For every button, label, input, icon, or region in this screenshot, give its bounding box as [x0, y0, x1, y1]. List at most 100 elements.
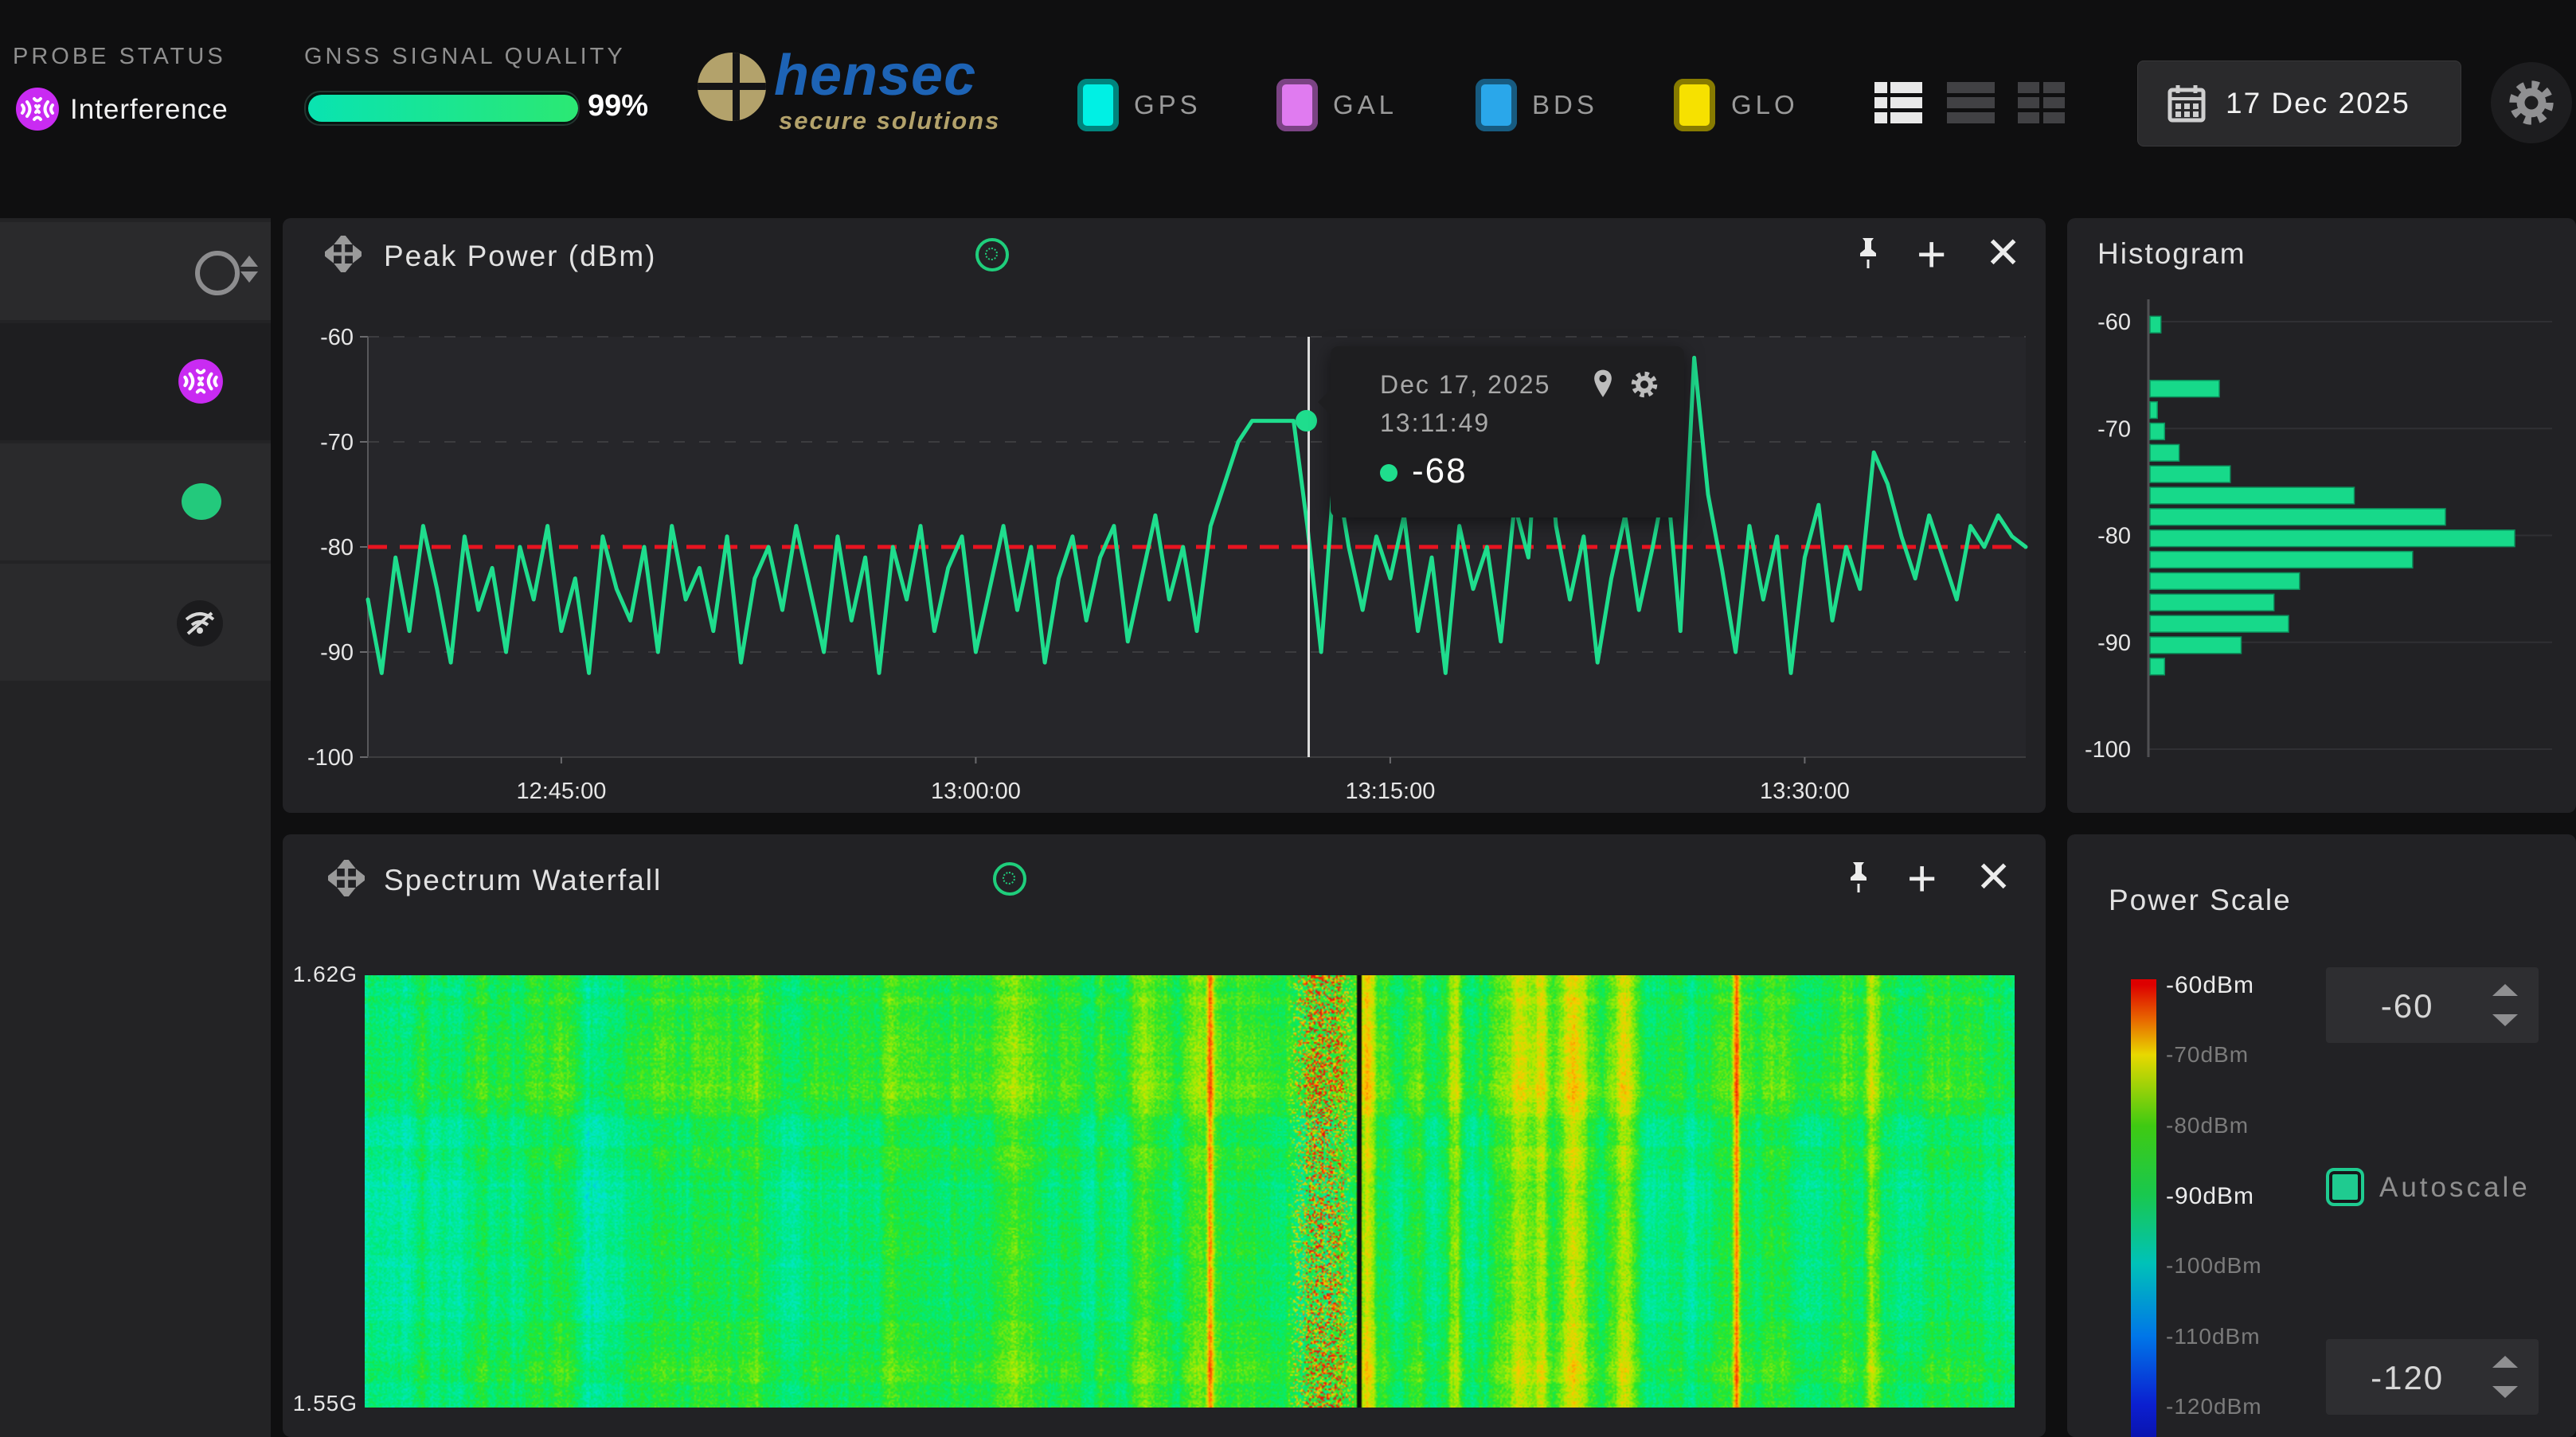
constellation-label-gps: GPS — [1134, 90, 1202, 120]
calendar-icon — [2167, 84, 2207, 123]
y-tick-label: -90 — [2097, 631, 2131, 656]
move-handle-icon[interactable] — [328, 860, 365, 896]
power-scale-tick-label: -110dBm — [2166, 1324, 2261, 1349]
chart-cursor-line — [1308, 337, 1310, 757]
signal-quality-bar — [304, 91, 580, 126]
spin-up-icon[interactable] — [2492, 984, 2518, 996]
tooltip-time: 13:11:49 — [1380, 408, 1490, 438]
spin-up-icon[interactable] — [2492, 1356, 2518, 1368]
layout-list-detail-icon[interactable] — [1873, 77, 1924, 128]
close-panel-icon[interactable]: ✕ — [1976, 852, 2011, 902]
histogram-bar — [2150, 381, 2219, 397]
gnss-dashboard: { "header": { "probe_status": {"label": … — [0, 0, 2576, 1437]
constellation-toggle-gps[interactable] — [1077, 79, 1119, 131]
sort-up-icon[interactable] — [240, 256, 258, 267]
histogram-bar — [2150, 402, 2157, 419]
waterfall-heatmap[interactable] — [365, 975, 2015, 1408]
sidebar-row-offline[interactable] — [0, 564, 271, 681]
wifi-off-icon — [183, 608, 217, 638]
power-max-spinbox[interactable] — [2326, 967, 2539, 1043]
green-status-dot — [182, 483, 221, 520]
chart-cursor-dot — [1296, 410, 1317, 431]
y-tick-label: -100 — [2085, 737, 2131, 763]
histogram-bar — [2150, 637, 2242, 654]
signal-quality-bar-fill — [308, 95, 578, 122]
constellation-toggle-gal[interactable] — [1276, 79, 1318, 131]
constellation-toggle-bds[interactable] — [1476, 79, 1517, 131]
signal-quality-label: GNSS SIGNAL QUALITY — [304, 44, 626, 70]
y-tick-label: -80 — [2097, 524, 2131, 549]
power-scale-gradient-bar — [2131, 979, 2156, 1437]
power-scale-title: Power Scale — [2109, 884, 2292, 917]
location-pin-icon[interactable] — [1587, 367, 1619, 402]
probe-status-label: PROBE STATUS — [13, 44, 226, 70]
logo: hensec secure solutions — [698, 46, 1096, 150]
spin-down-icon[interactable] — [2492, 1386, 2518, 1398]
histogram-bar — [2150, 594, 2274, 611]
logo-name: hensec — [774, 43, 976, 108]
waterfall-ymin-label: 1.55G — [287, 1391, 358, 1416]
power-scale-panel: Power Scale Autoscale -60dBm-70dBm-80dBm… — [2067, 834, 2576, 1437]
date-picker-button[interactable]: 17 Dec 2025 — [2137, 61, 2461, 146]
constellation-label-bds: BDS — [1532, 90, 1598, 120]
status-circle-icon — [195, 251, 240, 295]
tooltip-series-dot — [1380, 464, 1397, 482]
power-max-input[interactable] — [2326, 967, 2488, 1045]
sidebar-row-ok-status[interactable] — [0, 443, 271, 560]
y-tick-label: -100 — [307, 745, 354, 771]
top-header: PROBE STATUS Interference GNSS SIGNAL QU… — [0, 0, 2576, 181]
power-scale-tick-label: -80dBm — [2166, 1113, 2249, 1138]
add-panel-icon[interactable]: + — [1907, 849, 1937, 908]
x-tick-label: 13:30:00 — [1760, 779, 1850, 804]
sort-down-icon[interactable] — [240, 271, 258, 283]
logo-tagline: secure solutions — [779, 107, 1000, 135]
tooltip-arrow — [1318, 388, 1332, 416]
peak-power-panel: Peak Power (dBm) + ✕ -60-70-80-90-10012:… — [283, 218, 2046, 813]
histogram-bar — [2150, 509, 2445, 525]
histogram-bar — [2150, 316, 2161, 333]
chart-tooltip: Dec 17, 2025 13:11:49 -68 — [1331, 346, 1684, 517]
logo-globe-icon — [698, 53, 766, 121]
y-tick-label: -70 — [2097, 416, 2131, 442]
power-min-input[interactable] — [2326, 1339, 2488, 1416]
gear-icon — [2504, 76, 2558, 130]
sidebar — [0, 218, 271, 1437]
constellation-toggle-glo[interactable] — [1674, 79, 1715, 131]
sidebar-row-interference[interactable] — [0, 323, 271, 440]
peak-power-chart[interactable]: -60-70-80-90-10012:45:0013:00:0013:15:00… — [283, 218, 2046, 813]
interference-status-icon — [14, 86, 61, 132]
sidebar-row-status-select[interactable] — [0, 222, 271, 320]
power-scale-tick-label: -120dBm — [2166, 1394, 2262, 1419]
tooltip-value: -68 — [1412, 451, 1468, 491]
histogram-bar — [2150, 615, 2289, 632]
settings-button[interactable] — [2491, 62, 2572, 143]
waterfall-title: Spectrum Waterfall — [384, 864, 662, 897]
power-scale-tick-label: -60dBm — [2166, 972, 2254, 999]
spin-down-icon[interactable] — [2492, 1014, 2518, 1026]
layout-rows-icon[interactable] — [1945, 77, 1996, 128]
autoscale-checkbox[interactable] — [2326, 1168, 2364, 1206]
x-tick-label: 12:45:00 — [516, 779, 606, 804]
power-scale-tick-label: -90dBm — [2166, 1183, 2254, 1210]
y-tick-label: -60 — [2097, 310, 2131, 335]
tooltip-gear-icon[interactable] — [1628, 369, 1660, 400]
y-tick-label: -90 — [320, 640, 354, 666]
tooltip-date: Dec 17, 2025 — [1380, 370, 1550, 400]
layout-grid-icon[interactable] — [2016, 77, 2067, 128]
power-scale-tick-label: -100dBm — [2166, 1253, 2262, 1279]
histogram-bar — [2150, 466, 2230, 482]
waterfall-panel: Spectrum Waterfall + ✕ 1.62G 1.55G — [283, 834, 2046, 1437]
histogram-bar — [2150, 487, 2355, 504]
histogram-bar — [2150, 552, 2413, 568]
x-tick-label: 13:00:00 — [931, 779, 1021, 804]
waterfall-ymax-label: 1.62G — [287, 962, 358, 987]
power-min-spinbox[interactable] — [2326, 1339, 2539, 1415]
constellation-label-glo: GLO — [1731, 90, 1799, 120]
histogram-chart[interactable]: -60 -70 -80 -90 -100 — [2067, 218, 2576, 813]
autoscale-label: Autoscale — [2379, 1172, 2531, 1204]
pin-panel-icon[interactable] — [1840, 859, 1877, 896]
y-tick-label: -60 — [320, 325, 354, 350]
histogram-bar — [2150, 658, 2164, 675]
live-status-ring-icon — [993, 862, 1026, 896]
y-tick-label: -80 — [320, 535, 354, 560]
